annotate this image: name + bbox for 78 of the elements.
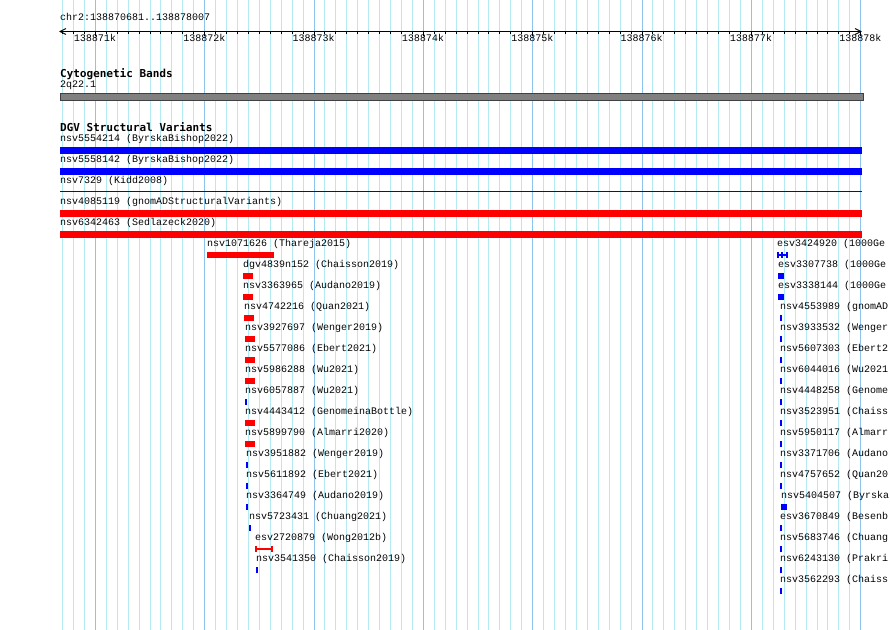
feature-bar[interactable] [244,378,255,384]
feature-bar[interactable] [780,504,787,510]
feature-label: nsv4448258 (Genome [780,386,888,398]
feature-label: nsv3951882 (Wenger2019) [246,449,384,461]
band-label: 2q22.1 [60,80,96,92]
feature-label: nsv5950117 (Almarr [780,428,888,440]
feature-label: nsv5683746 (Chuang [780,533,888,545]
feature-label: nsv3562293 (Chaiss [780,575,888,587]
feature-label: nsv4085119 (gnomADStructuralVariants) [60,197,282,209]
feature-label: nsv6044016 (Wu2021 [780,365,888,377]
feature-bracket[interactable] [254,546,273,552]
feature-label: esv3307738 (1000Ge [778,260,886,272]
feature-label: nsv5611892 (Ebert2021) [246,470,378,482]
feature-bar[interactable] [780,462,782,468]
feature-bar[interactable] [246,462,248,468]
tick-label: 138872k [183,34,226,46]
feature-bar[interactable] [780,378,782,384]
feature-bar[interactable] [244,336,255,342]
feature-label: nsv6057887 (Wu2021) [244,386,360,398]
feature-label: nsv5986288 (Wu2021) [244,365,360,377]
tick-label: 138871k [74,34,116,46]
feature-bar[interactable] [780,336,782,342]
track-title: DGV Structural Variants [60,122,212,134]
feature-label: esv2720879 (Wong2012b) [254,533,387,545]
feature-label: nsv4742216 (Quan2021) [244,302,370,314]
feature-bar[interactable] [246,504,248,510]
feature-label: nsv7329 (Kidd2008) [60,176,168,188]
feature-bar[interactable] [780,399,782,405]
feature-label: esv3338144 (1000Ge [778,281,886,293]
feature-bar[interactable] [780,546,782,552]
feature-label: nsv4757652 (Quan20 [780,470,888,482]
location-label: chr2:138870681..138878007 [60,13,210,25]
tick-label: 138877k [730,34,772,46]
feature-bar[interactable] [244,420,255,426]
feature-bar[interactable] [780,315,782,321]
feature-label: nsv3523951 (Chaiss [780,407,888,419]
feature-bar[interactable] [246,483,248,489]
tick-label: 138875k [511,34,554,46]
tick-label: 138878k [839,34,882,46]
track-title: Cytogenetic Bands [60,68,173,80]
feature-label: nsv5899790 (Almarri2020) [244,428,390,440]
feature-label: nsv5554214 (ByrskaBishop2022) [60,134,234,146]
feature-label: nsv3364749 (Audano2019) [246,491,384,503]
feature-label: nsv5577086 (Ebert2021) [244,344,378,356]
feature-bar[interactable] [244,399,247,405]
feature-label: nsv3363965 (Audano2019) [243,281,382,293]
tick-label: 138876k [620,34,663,46]
feature-label: nsv5607303 (Ebert2 [780,344,888,356]
feature-label: nsv4553989 (gnomAD [780,302,888,314]
feature-label: dgv4839n152 (Chaisson2019) [243,260,400,272]
feature-label: nsv3371706 (Audano [780,449,888,461]
feature-bar[interactable] [777,252,788,258]
feature-label: esv3424920 (1000Ge [777,239,886,251]
feature-bar[interactable] [780,357,782,363]
feature-label: nsv5404507 (Byrska [780,491,889,503]
feature-label: nsv4443412 (GenomeinaBottle) [244,407,414,419]
feature-bar[interactable] [780,525,782,531]
feature-label: esv3670849 (Besenb [780,512,888,524]
tick-label: 138874k [402,34,444,46]
feature-bar[interactable] [244,357,255,363]
feature-bar[interactable] [249,525,252,531]
feature-bar[interactable] [244,441,255,447]
cytoband-bar[interactable] [60,93,864,101]
tick-label: 138873k [292,34,335,46]
feature-label: nsv3933532 (Wenger [780,323,888,335]
feature-label: nsv6243130 (Prakri [780,554,888,566]
feature-label: nsv5723431 (Chuang2021) [249,512,388,524]
feature-label: nsv3541350 (Chaisson2019) [256,554,406,566]
feature-bar[interactable] [780,588,782,594]
feature-label: nsv3927697 (Wenger2019) [244,323,384,335]
feature-label: nsv5558142 (ByrskaBishop2022) [60,155,234,167]
feature-label: nsv1071626 (Thareja2015) [206,239,351,251]
feature-bar[interactable] [256,567,258,573]
feature-bar[interactable] [780,441,782,447]
feature-bar[interactable] [780,420,782,426]
feature-label: nsv6342463 (Sedlazeck2020) [60,218,216,230]
feature-bar[interactable] [780,567,782,573]
feature-bar[interactable] [780,483,782,489]
